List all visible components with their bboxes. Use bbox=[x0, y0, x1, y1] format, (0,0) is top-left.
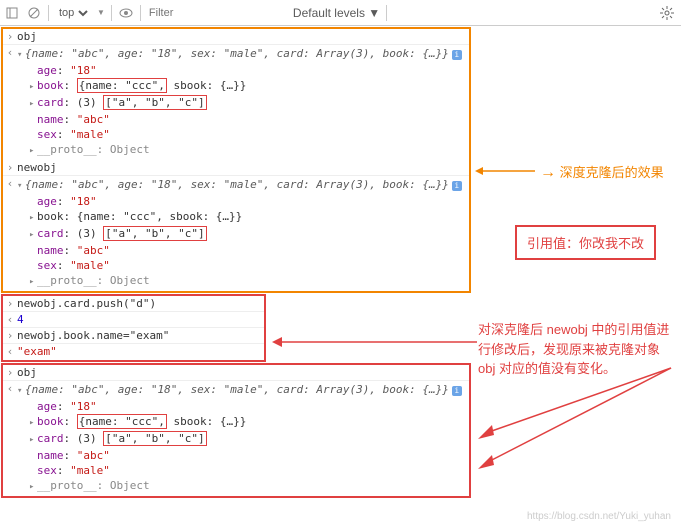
console-body: ›obj ‹ {name: "abc", age: "18", sex: "ma… bbox=[0, 27, 681, 498]
info-icon[interactable]: i bbox=[452, 181, 462, 191]
devtools-toolbar: top ▼ Default levels ▼ bbox=[0, 0, 681, 26]
annotation-1: → 深度克隆后的效果 bbox=[540, 162, 664, 182]
info-icon[interactable]: i bbox=[452, 386, 462, 396]
object-preview[interactable]: {name: "abc", age: "18", sex: "male", ca… bbox=[17, 177, 465, 194]
prop-book[interactable]: book: {name: "ccc", sbook: {…}} bbox=[29, 78, 465, 95]
log-level-selector[interactable]: Default levels ▼ bbox=[293, 6, 380, 20]
console-block-3: ›obj ‹ {name: "abc", age: "18", sex: "ma… bbox=[1, 363, 471, 498]
clear-console-icon[interactable] bbox=[26, 5, 42, 21]
console-output: "exam" bbox=[17, 345, 264, 358]
object-preview[interactable]: {name: "abc", age: "18", sex: "male", ca… bbox=[17, 46, 465, 63]
info-icon[interactable]: i bbox=[452, 50, 462, 60]
dropdown-icon: ▼ bbox=[97, 8, 105, 17]
prompt-icon: › bbox=[3, 30, 17, 43]
sidebar-toggle-icon[interactable] bbox=[4, 5, 20, 21]
divider bbox=[111, 5, 112, 21]
prop-sex: sex: "male" bbox=[29, 258, 465, 273]
output-icon: ‹ bbox=[3, 177, 17, 190]
gear-icon[interactable] bbox=[659, 5, 675, 21]
prop-book[interactable]: book: {name: "ccc", sbook: {…}} bbox=[29, 209, 465, 226]
prop-card[interactable]: card: (3) ["a", "b", "c"] bbox=[29, 431, 465, 448]
prop-name: name: "abc" bbox=[29, 243, 465, 258]
filter-input[interactable] bbox=[147, 6, 287, 20]
console-input[interactable]: obj bbox=[17, 366, 469, 379]
console-block-2: ›newobj.card.push("d") ‹4 ›newobj.book.n… bbox=[1, 294, 266, 362]
prop-name: name: "abc" bbox=[29, 112, 465, 127]
output-icon: ‹ bbox=[3, 46, 17, 59]
prop-age: age: "18" bbox=[29, 399, 465, 414]
output-icon: ‹ bbox=[3, 345, 17, 358]
output-icon: ‹ bbox=[3, 382, 17, 395]
divider bbox=[386, 5, 387, 21]
annotation-2: 引用值：你改我不改 bbox=[515, 225, 656, 260]
eye-icon[interactable] bbox=[118, 5, 134, 21]
watermark: https://blog.csdn.net/Yuki_yuhan bbox=[527, 511, 671, 522]
console-output: 4 bbox=[17, 313, 264, 326]
prop-proto[interactable]: __proto__: Object bbox=[29, 478, 465, 495]
prop-card[interactable]: card: (3) ["a", "b", "c"] bbox=[29, 95, 465, 112]
annotation-3: 对深克隆后 newobj 中的引用值进行修改后，发现原来被克隆对象 obj 对应… bbox=[478, 320, 673, 379]
console-input[interactable]: newobj bbox=[17, 161, 469, 174]
prop-sex: sex: "male" bbox=[29, 127, 465, 142]
prop-proto[interactable]: __proto__: Object bbox=[29, 273, 465, 290]
context-selector[interactable]: top bbox=[55, 6, 91, 20]
prompt-icon: › bbox=[3, 366, 17, 379]
prompt-icon: › bbox=[3, 297, 17, 310]
console-input[interactable]: newobj.book.name="exam" bbox=[17, 329, 264, 342]
prompt-icon: › bbox=[3, 161, 17, 174]
object-preview[interactable]: {name: "abc", age: "18", sex: "male", ca… bbox=[17, 382, 465, 399]
prop-proto[interactable]: __proto__: Object bbox=[29, 142, 465, 159]
prop-card[interactable]: card: (3) ["a", "b", "c"] bbox=[29, 226, 465, 243]
console-block-1: ›obj ‹ {name: "abc", age: "18", sex: "ma… bbox=[1, 27, 471, 293]
console-input[interactable]: obj bbox=[17, 30, 469, 43]
output-icon: ‹ bbox=[3, 313, 17, 326]
prop-name: name: "abc" bbox=[29, 448, 465, 463]
prop-age: age: "18" bbox=[29, 63, 465, 78]
prop-age: age: "18" bbox=[29, 194, 465, 209]
console-input[interactable]: newobj.card.push("d") bbox=[17, 297, 264, 310]
prompt-icon: › bbox=[3, 329, 17, 342]
divider bbox=[140, 5, 141, 21]
prop-book[interactable]: book: {name: "ccc", sbook: {…}} bbox=[29, 414, 465, 431]
divider bbox=[48, 5, 49, 21]
prop-sex: sex: "male" bbox=[29, 463, 465, 478]
